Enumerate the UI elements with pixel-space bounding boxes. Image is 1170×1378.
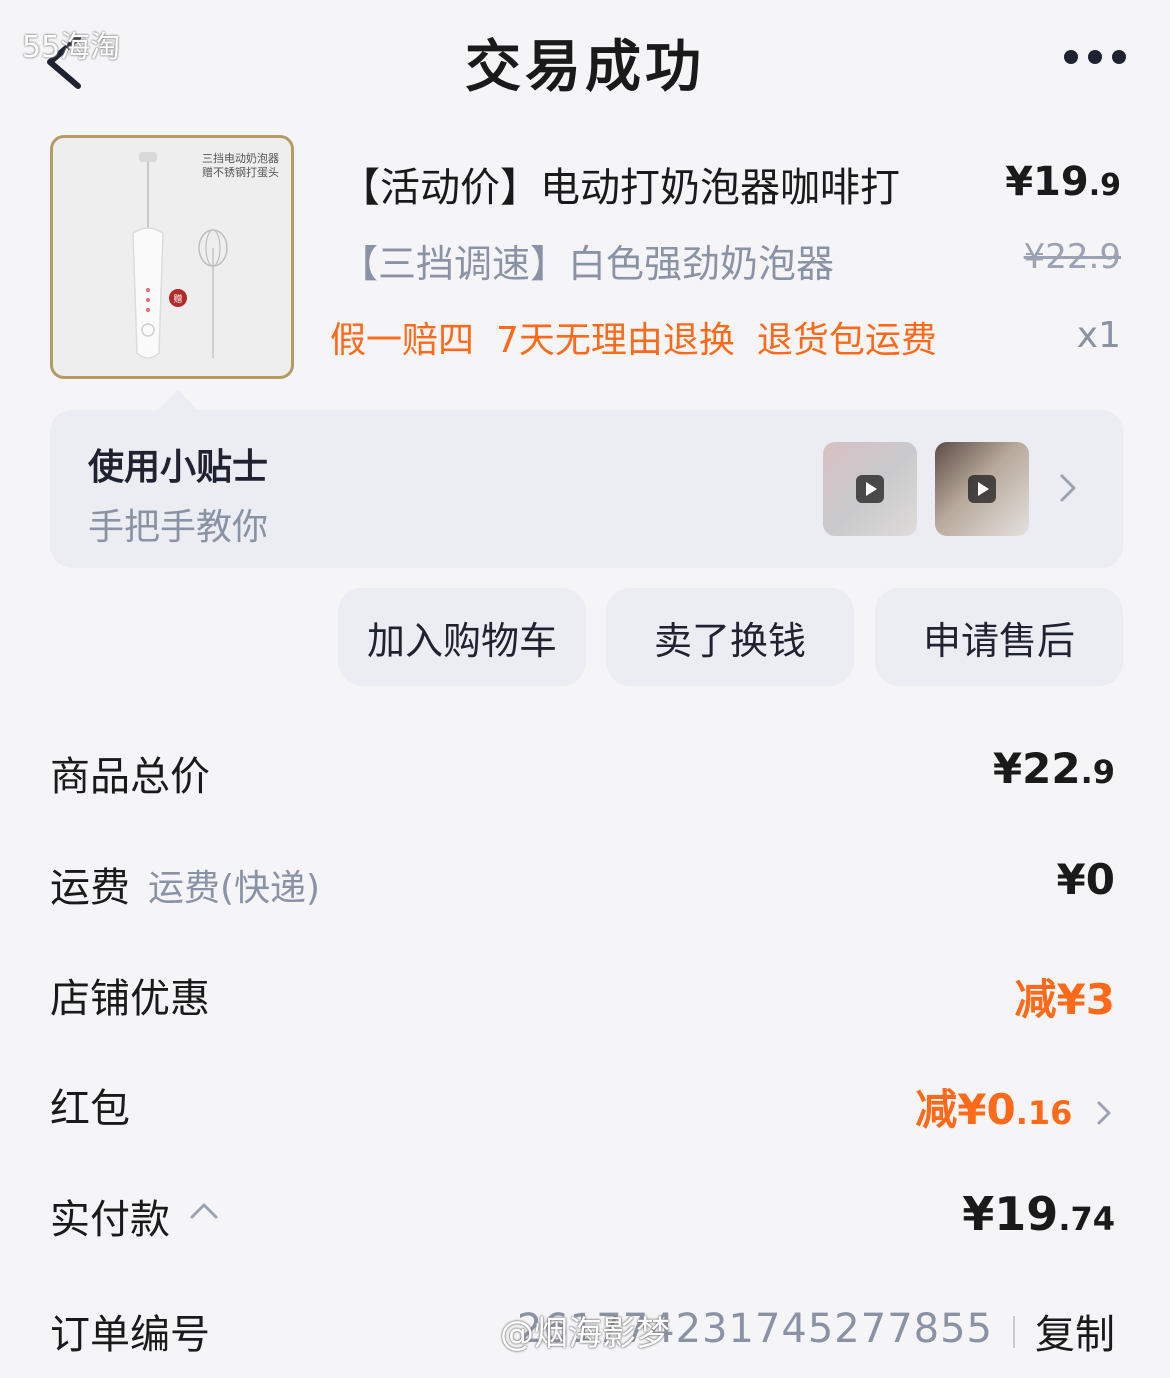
total-label: 商品总价	[50, 754, 210, 800]
play-icon	[856, 475, 884, 503]
original-price: ¥22.9	[1023, 237, 1121, 277]
dot	[1088, 50, 1102, 64]
tips-subtitle: 手把手教你	[88, 507, 269, 548]
tag-fake-compensation: 假一赔四	[330, 320, 475, 361]
gift-badge: 赠	[173, 293, 182, 305]
shop-discount-label: 店铺优惠	[50, 976, 210, 1022]
order-number-label: 订单编号	[50, 1312, 210, 1358]
chevron-right-icon	[1097, 1101, 1111, 1124]
tag-free-return-shipping: 退货包运费	[756, 320, 937, 361]
sell-button[interactable]: 卖了换钱	[606, 588, 854, 686]
shop-discount-value: 减¥3	[1014, 975, 1115, 1024]
total-value: ¥22.9	[992, 744, 1115, 793]
summary-row-shipping: 运费 运费(快递) ¥0	[50, 855, 1115, 915]
page-title: 交易成功	[465, 35, 705, 100]
usage-tips-card[interactable]: 使用小贴士 手把手教你	[50, 390, 1123, 568]
add-to-cart-button[interactable]: 加入购物车	[338, 588, 586, 686]
tutorial-video-thumb[interactable]	[935, 442, 1029, 536]
dot	[1064, 50, 1078, 64]
copy-button[interactable]: 复制	[1035, 1302, 1115, 1360]
product-price: ¥19.9	[1005, 159, 1121, 205]
shipping-value: ¥0	[1056, 855, 1115, 904]
chevron-right-icon[interactable]	[1052, 468, 1082, 508]
product-name[interactable]: 【活动价】电动打奶泡器咖啡打	[340, 155, 900, 213]
red-packet-label: 红包	[50, 1086, 130, 1132]
tag-7day-return: 7天无理由退换	[496, 320, 735, 361]
summary-row-total: 商品总价 ¥22.9	[50, 744, 1115, 804]
top-bar: 55海淘 交易成功	[0, 0, 1170, 120]
shipping-label: 运费	[50, 865, 130, 911]
product-thumbnail[interactable]: 三挡电动奶泡器 赠不锈钢打蛋头 赠	[50, 135, 294, 379]
product-quantity: x1	[1076, 315, 1121, 356]
summary-row-red-packet[interactable]: 红包 减¥0.16	[50, 1076, 1115, 1136]
summary-row-paid[interactable]: 实付款 ¥19.74	[50, 1187, 1115, 1247]
divider	[1013, 1316, 1015, 1348]
tips-pointer	[158, 390, 198, 410]
milk-frother-image: 赠	[132, 152, 228, 359]
dot	[1112, 50, 1126, 64]
tips-title: 使用小贴士	[88, 447, 269, 488]
summary-row-shop-discount: 店铺优惠 减¥3	[50, 966, 1115, 1026]
paid-value: ¥19.74	[962, 1187, 1115, 1241]
product-card[interactable]: 三挡电动奶泡器 赠不锈钢打蛋头 赠 【活动价】电动打奶泡器咖啡打 ¥19.9 【…	[50, 135, 1125, 380]
paid-label: 实付款	[50, 1197, 170, 1243]
product-sku: 【三挡调速】白色强劲奶泡器	[340, 242, 835, 286]
service-tags: 假一赔四 7天无理由退换 退货包运费	[330, 311, 937, 363]
shipping-method: 运费(快递)	[148, 868, 321, 909]
play-icon	[968, 475, 996, 503]
tutorial-video-thumb[interactable]	[823, 442, 917, 536]
watermark-author: @烟海影梦	[500, 1314, 670, 1354]
chevron-up-icon[interactable]	[188, 1199, 220, 1223]
more-dots-icon[interactable]	[1064, 50, 1126, 64]
red-packet-value[interactable]: 减¥0.16	[915, 1076, 1115, 1137]
after-sale-button[interactable]: 申请售后	[875, 588, 1123, 686]
